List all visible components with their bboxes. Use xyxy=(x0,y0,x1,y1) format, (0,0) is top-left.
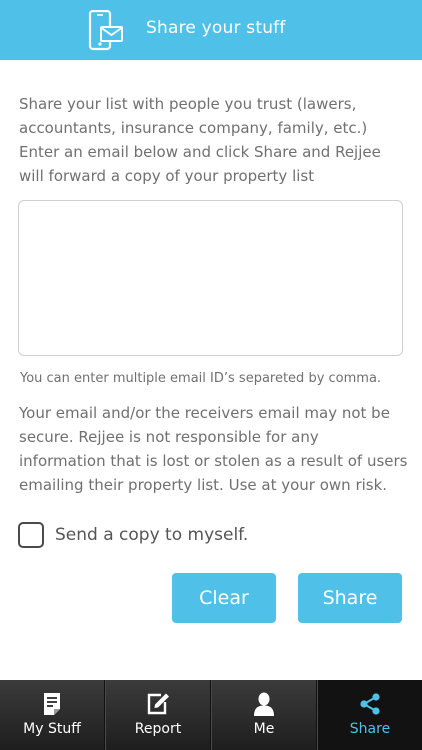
tab-report[interactable]: Report xyxy=(105,680,211,750)
tab-me[interactable]: Me xyxy=(211,680,317,750)
security-warning: Your email and/or the receivers email ma… xyxy=(19,404,408,494)
tab-my-stuff[interactable]: My Stuff xyxy=(0,680,105,750)
bottom-tab-bar: My Stuff Report Me Share xyxy=(0,680,422,750)
phone-mail-icon xyxy=(88,10,123,51)
clear-button[interactable]: Clear xyxy=(172,573,276,623)
send-copy-label[interactable]: Send a copy to myself. xyxy=(55,525,248,545)
share-instructions: Share your list with people you trust (l… xyxy=(19,95,381,185)
tab-share[interactable]: Share xyxy=(317,680,422,750)
tab-label: Report xyxy=(134,721,182,737)
share-icon xyxy=(360,693,380,715)
share-button[interactable]: Share xyxy=(298,573,402,623)
send-copy-row[interactable]: Send a copy to myself. xyxy=(18,522,248,548)
tab-label: Me xyxy=(253,721,275,737)
tab-label: Share xyxy=(349,721,391,737)
document-list-icon xyxy=(44,693,60,715)
tab-label: My Stuff xyxy=(23,721,81,737)
edit-icon xyxy=(147,693,169,715)
email-input[interactable] xyxy=(18,200,403,356)
user-icon xyxy=(254,692,274,716)
email-hint: You can enter multiple email ID’s separe… xyxy=(20,371,382,386)
app-header: Share your stuff xyxy=(0,0,422,60)
page-title: Share your stuff xyxy=(146,18,286,38)
send-copy-checkbox[interactable] xyxy=(18,522,44,548)
